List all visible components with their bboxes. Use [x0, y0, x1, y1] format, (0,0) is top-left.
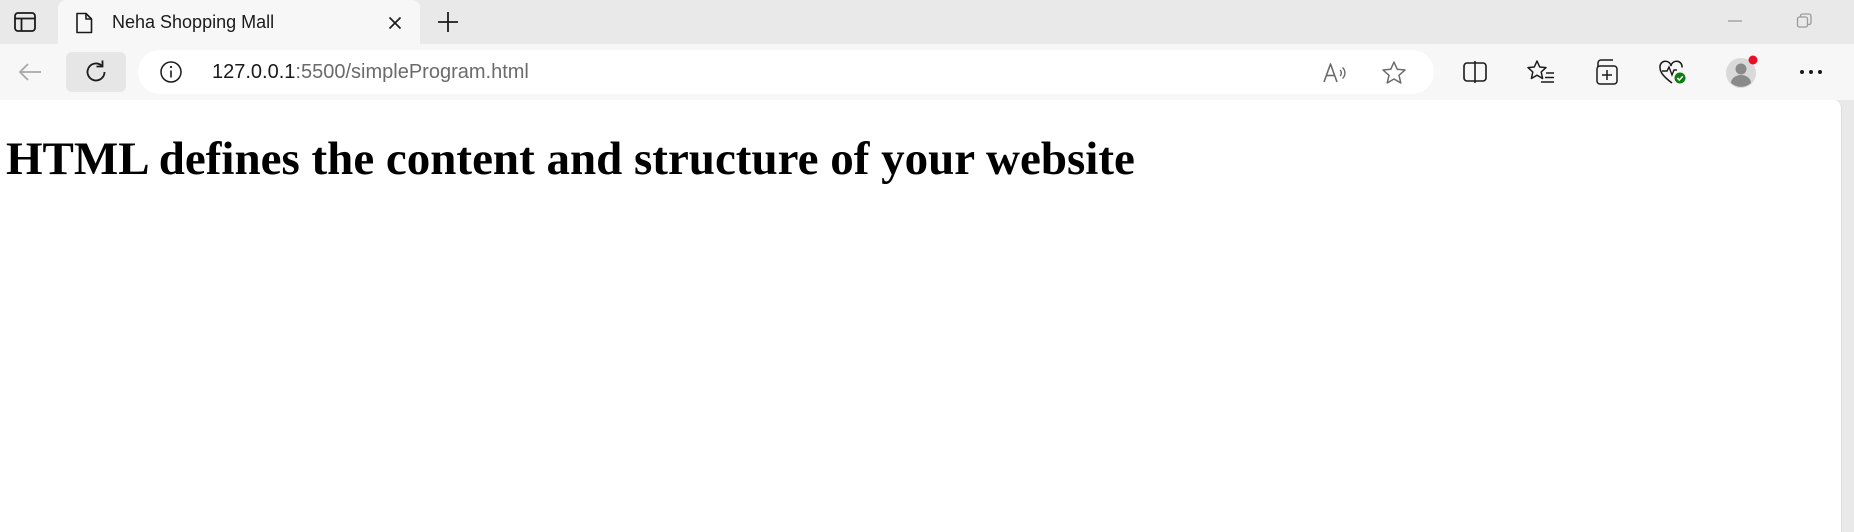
- health-badge: [1674, 72, 1686, 84]
- site-info-icon[interactable]: [158, 59, 184, 85]
- page-viewport: HTML defines the content and structure o…: [0, 100, 1842, 532]
- favorites-icon[interactable]: [1521, 52, 1561, 92]
- add-favorite-star-icon[interactable]: [1379, 58, 1409, 88]
- page-heading: HTML defines the content and structure o…: [6, 133, 1135, 185]
- url-text[interactable]: 127.0.0.1:5500/simpleProgram.html: [212, 61, 529, 84]
- refresh-icon[interactable]: [66, 52, 126, 92]
- split-screen-icon[interactable]: [1455, 52, 1495, 92]
- address-bar[interactable]: 127.0.0.1:5500/simpleProgram.html: [138, 50, 1434, 94]
- url-path: :5500/simpleProgram.html: [295, 61, 529, 83]
- browser-toolbar: 127.0.0.1:5500/simpleProgram.html: [0, 44, 1854, 100]
- collections-icon[interactable]: [1587, 52, 1627, 92]
- restore-window-icon[interactable]: [1781, 6, 1827, 36]
- tab-title: Neha Shopping Mall: [112, 12, 275, 32]
- page-file-icon: [74, 11, 94, 35]
- url-host: 127.0.0.1: [212, 61, 296, 83]
- active-tab[interactable]: Neha Shopping Mall: [58, 0, 420, 45]
- tab-actions-icon[interactable]: [8, 6, 42, 38]
- close-tab-icon[interactable]: [382, 10, 408, 36]
- read-aloud-icon[interactable]: [1320, 58, 1350, 88]
- profile-avatar-icon[interactable]: [1722, 52, 1762, 92]
- minimize-window-icon[interactable]: [1712, 6, 1758, 36]
- browser-essentials-icon[interactable]: [1653, 52, 1693, 92]
- more-options-icon[interactable]: [1791, 52, 1831, 92]
- back-arrow-icon[interactable]: [10, 52, 50, 92]
- profile-notification-dot: [1748, 55, 1758, 65]
- new-tab-icon[interactable]: [430, 4, 466, 40]
- tab-strip: Neha Shopping Mall: [0, 0, 1854, 45]
